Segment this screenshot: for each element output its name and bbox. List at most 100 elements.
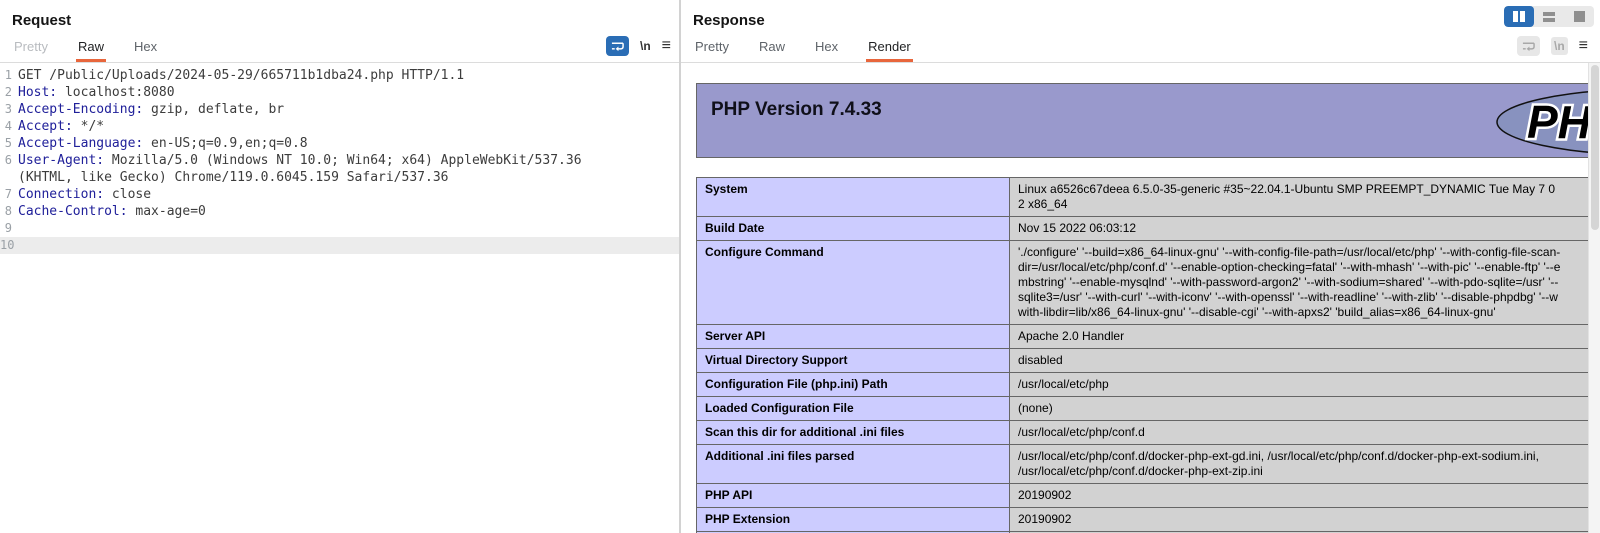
line-number: 2 [0, 84, 18, 101]
response-scrollbar[interactable] [1588, 63, 1600, 533]
line-number: 9 [0, 220, 18, 237]
phpinfo-label: Configuration File (php.ini) Path [697, 373, 1010, 397]
phpinfo-label: Build Date [697, 217, 1010, 241]
soft-wrap-glyph [610, 40, 625, 53]
phpinfo-table: SystemLinux a6526c67deea 6.5.0-35-generi… [696, 177, 1600, 533]
phpinfo-value: /usr/local/etc/php/conf.d [1010, 421, 1600, 445]
request-editor-tools: \n ≡ [606, 36, 671, 62]
phpinfo-label: System [697, 178, 1010, 217]
header-name: User-Agent: [18, 152, 104, 169]
phpinfo-label: PHP Extension [697, 508, 1010, 532]
request-line: 6User-Agent: Mozilla/5.0 (Windows NT 10.… [0, 152, 679, 169]
line-number: 8 [0, 203, 18, 220]
phpinfo-label: Scan this dir for additional .ini files [697, 421, 1010, 445]
line-number: 6 [0, 152, 18, 169]
phpinfo-value: disabled [1010, 349, 1600, 373]
phpinfo-row: PHP API20190902 [697, 484, 1600, 508]
editor-menu-icon[interactable]: ≡ [1579, 38, 1588, 54]
soft-wrap-icon[interactable] [1517, 36, 1540, 56]
request-line: 8Cache-Control: max-age=0 [0, 203, 679, 220]
phpinfo-row: Configure Command'./configure' '--build=… [697, 241, 1600, 325]
phpinfo-value: Apache 2.0 Handler [1010, 325, 1600, 349]
header-value: close [104, 186, 151, 203]
line-number: 1 [0, 67, 18, 84]
line-number: 3 [0, 101, 18, 118]
message-viewer: Request Pretty Raw Hex \n ≡ [0, 0, 1600, 533]
phpinfo-row: Scan this dir for additional .ini files/… [697, 421, 1600, 445]
response-tabs: Pretty Raw Hex Render [693, 39, 913, 62]
tab-request-pretty[interactable]: Pretty [12, 39, 50, 62]
phpinfo-value: './configure' '--build=x86_64-linux-gnu'… [1010, 241, 1600, 325]
phpinfo-value: (none) [1010, 397, 1600, 421]
response-tabbar: Pretty Raw Hex Render \n ≡ [681, 32, 1600, 63]
phpinfo-label: Additional .ini files parsed [697, 445, 1010, 484]
soft-wrap-glyph [1521, 40, 1536, 53]
line-number: 10 [0, 237, 18, 254]
phpinfo-title: PHP Version 7.4.33 [697, 84, 1600, 121]
phpinfo-header-box: PHP Version 7.4.33 PHP [696, 83, 1600, 158]
newline-markers-icon[interactable]: \n [1551, 37, 1568, 55]
request-editor[interactable]: 1GET /Public/Uploads/2024-05-29/665711b1… [0, 63, 679, 533]
request-panel: Request Pretty Raw Hex \n ≡ [0, 0, 679, 533]
header-name: Connection: [18, 186, 104, 203]
phpinfo-value: 20190902 [1010, 484, 1600, 508]
request-tabs: Pretty Raw Hex [12, 39, 159, 62]
header-name: Host: [18, 84, 57, 101]
header-value: localhost:8080 [57, 84, 174, 101]
header-name: Accept: [18, 118, 73, 135]
phpinfo-value: 20190902 [1010, 508, 1600, 532]
response-render-view: PHP Version 7.4.33 PHP SystemLinux a6526… [681, 63, 1600, 533]
header-name: Accept-Language: [18, 135, 143, 152]
request-line: 9 [0, 220, 679, 237]
response-title: Response [693, 12, 765, 29]
tab-request-hex[interactable]: Hex [132, 39, 159, 62]
tab-request-raw[interactable]: Raw [76, 39, 106, 62]
single-pane-icon [1574, 11, 1585, 22]
line-number: 5 [0, 135, 18, 152]
editor-menu-icon[interactable]: ≡ [662, 38, 671, 54]
response-editor-tools: \n ≡ [1517, 36, 1592, 62]
tab-response-render[interactable]: Render [866, 39, 913, 62]
columns-icon [1513, 11, 1518, 22]
line-number [0, 169, 18, 186]
soft-wrap-icon[interactable] [606, 36, 629, 56]
phpinfo-row: PHP Extension20190902 [697, 508, 1600, 532]
response-header: Response [681, 0, 1600, 32]
header-value: */* [73, 118, 104, 135]
phpinfo-row: Additional .ini files parsed/usr/local/e… [697, 445, 1600, 484]
layout-rows-button[interactable] [1534, 6, 1564, 27]
phpinfo-row: Loaded Configuration File(none) [697, 397, 1600, 421]
header-value: gzip, deflate, br [143, 101, 284, 118]
rows-icon [1543, 12, 1555, 22]
request-line: 5Accept-Language: en-US;q=0.9,en;q=0.8 [0, 135, 679, 152]
phpinfo-label: PHP API [697, 484, 1010, 508]
phpinfo-row: Configuration File (php.ini) Path/usr/lo… [697, 373, 1600, 397]
layout-columns-button[interactable] [1504, 6, 1534, 27]
tab-response-pretty[interactable]: Pretty [693, 39, 731, 62]
request-header: Request [0, 0, 679, 32]
response-panel: Response Pretty Raw Hex Render \n [681, 0, 1600, 533]
newline-markers-icon[interactable]: \n [640, 39, 651, 53]
header-value: max-age=0 [128, 203, 206, 220]
scrollbar-thumb[interactable] [1591, 65, 1599, 230]
phpinfo-value: Nov 15 2022 06:03:12 [1010, 217, 1600, 241]
header-value: en-US;q=0.9,en;q=0.8 [143, 135, 307, 152]
request-line-text: GET /Public/Uploads/2024-05-29/665711b1d… [18, 67, 464, 84]
request-line: 3Accept-Encoding: gzip, deflate, br [0, 101, 679, 118]
tab-response-hex[interactable]: Hex [813, 39, 840, 62]
phpinfo-label: Virtual Directory Support [697, 349, 1010, 373]
tab-response-raw[interactable]: Raw [757, 39, 787, 62]
phpinfo-row: SystemLinux a6526c67deea 6.5.0-35-generi… [697, 178, 1600, 217]
phpinfo-label: Server API [697, 325, 1010, 349]
layout-single-button[interactable] [1564, 6, 1594, 27]
header-name: Accept-Encoding: [18, 101, 143, 118]
request-line-current: 10 [0, 237, 679, 254]
phpinfo-label: Configure Command [697, 241, 1010, 325]
phpinfo-page: PHP Version 7.4.33 PHP SystemLinux a6526… [696, 83, 1600, 533]
phpinfo-row: Build DateNov 15 2022 06:03:12 [697, 217, 1600, 241]
line-number: 4 [0, 118, 18, 135]
layout-switch [1504, 6, 1594, 27]
header-name: Cache-Control: [18, 203, 128, 220]
phpinfo-value: /usr/local/etc/php [1010, 373, 1600, 397]
header-value: Mozilla/5.0 (Windows NT 10.0; Win64; x64… [104, 152, 581, 169]
